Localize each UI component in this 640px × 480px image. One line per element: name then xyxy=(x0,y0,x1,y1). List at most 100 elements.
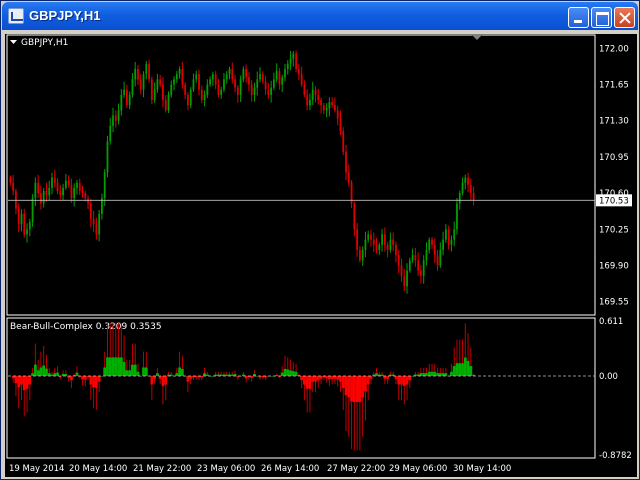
candle-body xyxy=(358,249,361,261)
candle-body xyxy=(62,187,64,196)
window-title: GBPJPY,H1 xyxy=(29,8,101,23)
indicator-bear-block xyxy=(300,375,304,381)
indicator-bull-block xyxy=(53,373,57,376)
candle-body xyxy=(217,84,220,95)
candle-body xyxy=(292,53,295,59)
indicator-bull-block xyxy=(108,357,112,376)
indicator-pane[interactable] xyxy=(6,317,596,459)
candle-body xyxy=(231,69,234,80)
indicator-bull-block xyxy=(455,363,459,376)
candle-body xyxy=(123,89,126,95)
indicator-bear-block xyxy=(355,375,359,403)
candle-body xyxy=(361,249,364,261)
candle-body xyxy=(436,255,439,266)
indicator-bear-block xyxy=(303,375,306,385)
candle-body xyxy=(378,244,381,250)
candle-body xyxy=(397,255,400,266)
candle-body xyxy=(456,203,458,230)
indicator-bull-block xyxy=(441,373,445,376)
price-tick: 170.95 xyxy=(599,153,629,163)
indicator-bull-block xyxy=(42,365,46,376)
indicator-bull-block xyxy=(450,371,453,376)
time-tick: 21 May 22:00 xyxy=(133,464,191,474)
candle-body xyxy=(220,89,223,95)
indicator-bear-block xyxy=(402,375,406,386)
indicator-bull-block xyxy=(144,367,148,376)
candle-body xyxy=(142,74,145,90)
indicator-bull-block xyxy=(436,373,439,376)
indicator-bull-block xyxy=(133,364,137,376)
chart-area[interactable]: GBPJPY,H1 Bear-Bull-Complex 0.3209 0.353… xyxy=(5,34,637,477)
indicator-bull-block xyxy=(56,372,59,376)
time-tick: 27 May 22:00 xyxy=(327,464,385,474)
indicator-bear-block xyxy=(327,375,331,380)
candle-body xyxy=(286,63,289,70)
title-bar[interactable]: GBPJPY,H1 xyxy=(2,2,638,30)
time-tick: 30 May 14:00 xyxy=(453,464,511,474)
candle-body xyxy=(444,229,447,240)
minimize-button[interactable] xyxy=(568,7,589,28)
indicator-bear-block xyxy=(83,375,87,380)
indicator-bull-block xyxy=(31,373,34,376)
candle-body xyxy=(442,239,445,250)
indicator-bull-block xyxy=(156,373,159,376)
candle-body xyxy=(125,89,128,106)
candle-body xyxy=(128,94,131,106)
candle-body xyxy=(223,79,225,90)
candle-body xyxy=(37,182,40,194)
candle-body xyxy=(131,79,134,95)
time-tick: 20 May 14:00 xyxy=(69,464,127,474)
candle-body xyxy=(203,94,206,101)
candle-body xyxy=(192,79,195,90)
time-tick: 29 May 06:00 xyxy=(389,464,447,474)
candle-body xyxy=(334,105,336,111)
candle-body xyxy=(184,84,187,95)
indicator-bull-block xyxy=(466,360,470,376)
indicator-bull-block xyxy=(45,368,48,376)
indicator-bull-block xyxy=(114,357,118,376)
indicator-bull-block xyxy=(39,367,43,376)
candle-body xyxy=(386,244,389,250)
candle-body xyxy=(309,100,311,106)
indicator-bear-block xyxy=(400,375,403,385)
candle-body xyxy=(51,177,53,188)
candle-body xyxy=(198,74,200,90)
indicator-bull-block xyxy=(419,373,423,376)
candle-body xyxy=(431,239,433,245)
indicator-bull-block xyxy=(425,373,428,376)
indicator-bear-block xyxy=(397,375,401,385)
candle-body xyxy=(256,79,259,88)
indicator-pane-label: Bear-Bull-Complex 0.3209 0.3535 xyxy=(10,322,162,332)
indicator-axis: 0.611 0.00 -0.8782 xyxy=(599,317,632,461)
candle-body xyxy=(339,118,342,132)
candle-body xyxy=(34,182,37,199)
indicator-bull-block xyxy=(438,373,442,376)
indicator-bear-block xyxy=(347,375,351,398)
candle-body xyxy=(278,71,281,85)
candle-body xyxy=(95,224,98,235)
indicator-bear-block xyxy=(314,375,317,382)
indicator-bull-block xyxy=(50,374,54,376)
candle-body xyxy=(395,244,397,256)
indicator-bull-block xyxy=(142,367,145,376)
chart-window-icon[interactable] xyxy=(8,8,24,24)
candle-body xyxy=(48,187,51,196)
candle-body xyxy=(178,69,181,75)
candle-body xyxy=(153,89,156,101)
candle-body xyxy=(92,218,95,225)
indicator-bull-block xyxy=(117,357,120,376)
candle-body xyxy=(381,234,383,245)
candle-body xyxy=(150,79,153,101)
maximize-button[interactable] xyxy=(591,7,612,28)
candle-body xyxy=(289,58,292,64)
candle-body xyxy=(433,244,436,256)
candle-body xyxy=(189,89,192,106)
indicator-bull-block xyxy=(111,357,115,376)
price-tick: 171.30 xyxy=(599,117,629,127)
indicator-bull-block xyxy=(136,371,140,376)
close-button[interactable] xyxy=(614,7,635,28)
indicator-bull-block xyxy=(433,371,437,376)
chart-svg[interactable]: GBPJPY,H1 Bear-Bull-Complex 0.3209 0.353… xyxy=(5,34,637,477)
candle-body xyxy=(64,180,67,188)
candle-body xyxy=(370,234,372,240)
